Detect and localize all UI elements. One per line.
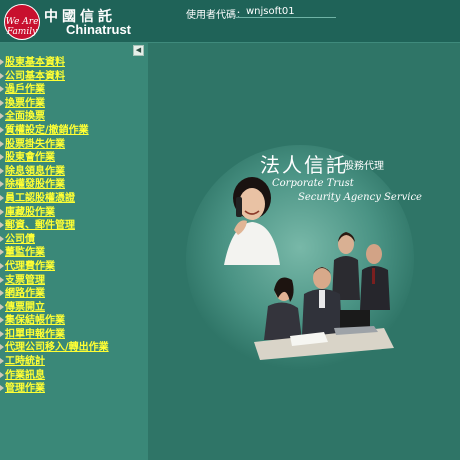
sidebar-item[interactable]: 代理費作業 <box>0 260 148 274</box>
sidebar-item-label[interactable]: 工時統計 <box>5 355 45 368</box>
sidebar-item[interactable]: 除權發股作業 <box>0 178 148 192</box>
sidebar-item-label[interactable]: 集保結帳作業 <box>5 314 65 327</box>
standing-man-tie <box>372 268 375 284</box>
sidebar-item-label[interactable]: 過戶作業 <box>5 83 45 96</box>
user-id-value: wnjsoft01 <box>246 6 295 17</box>
sidebar-item[interactable]: 庫藏股作業 <box>0 206 148 220</box>
sidebar-item-label[interactable]: 股東基本資料 <box>5 56 65 69</box>
sidebar-item-label[interactable]: 公司基本資料 <box>5 70 65 83</box>
bullet-arrow-icon <box>0 358 4 365</box>
bullet-arrow-icon <box>0 249 4 256</box>
bullet-arrow-icon <box>0 194 4 201</box>
bullet-arrow-icon <box>0 371 4 378</box>
sidebar-item[interactable]: 代理公司移入/轉出作業 <box>0 341 148 355</box>
sidebar-item-label[interactable]: 股票掛失作業 <box>5 138 65 151</box>
laptop-icon <box>340 310 370 328</box>
bullet-arrow-icon <box>0 113 4 120</box>
sidebar-item[interactable]: 員工認股權憑證 <box>0 192 148 206</box>
sidebar-item-label[interactable]: 員工認股權憑證 <box>5 192 75 205</box>
main-panel: 法人信託 股務代理 Corporate Trust Security Agenc… <box>148 43 460 460</box>
bullet-arrow-icon <box>0 290 4 297</box>
sidebar-item-label[interactable]: 代理公司移入/轉出作業 <box>5 341 109 354</box>
sidebar-item-label[interactable]: 支票管理 <box>5 274 45 287</box>
sidebar-item[interactable]: 集保結帳作業 <box>0 314 148 328</box>
sidebar-item-label[interactable]: 公司債 <box>5 233 35 246</box>
sidebar-item[interactable]: 質權設定/撤銷作業 <box>0 124 148 138</box>
seated-man-shirt <box>319 290 325 308</box>
bullet-arrow-icon <box>0 276 4 283</box>
business-team-photo <box>224 177 394 360</box>
user-id-underline <box>236 17 336 18</box>
chinatrust-logo-icon: We Are Family <box>4 4 40 40</box>
sidebar-item[interactable]: 全面換票 <box>0 110 148 124</box>
logo-text: We Are Family <box>5 17 39 37</box>
sidebar-item-label[interactable]: 網路作業 <box>5 287 45 300</box>
app-header: We Are Family 中國信託 Chinatrust 使用者代碼： wnj… <box>0 0 460 43</box>
page-title-en-2: Security Agency Service <box>298 192 422 203</box>
bullet-arrow-icon <box>0 154 4 161</box>
sidebar-item-label[interactable]: 代理費作業 <box>5 260 55 273</box>
woman-jacket <box>224 222 280 265</box>
sidebar-item-label[interactable]: 除息領息作業 <box>5 165 65 178</box>
sidebar-item-label[interactable]: 股東會作業 <box>5 151 55 164</box>
sidebar-item[interactable]: 作業訊息 <box>0 369 148 383</box>
sidebar-item-label[interactable]: 換票作業 <box>5 97 45 110</box>
sidebar-item-label[interactable]: 董監作業 <box>5 246 45 259</box>
bullet-arrow-icon <box>0 181 4 188</box>
front-woman-suit <box>264 302 302 340</box>
page-title-cn: 法人信託 <box>260 153 348 177</box>
sidebar-item-label[interactable]: 郵資、郵件管理 <box>5 219 75 232</box>
sidebar-item[interactable]: 支票管理 <box>0 274 148 288</box>
sidebar-item[interactable]: 工時統計 <box>0 355 148 369</box>
collapse-left-icon[interactable]: ◀ <box>133 45 144 56</box>
bullet-arrow-icon <box>0 126 4 133</box>
sidebar-item-label[interactable]: 傳票開立 <box>5 301 45 314</box>
sidebar-item[interactable]: 股東基本資料 <box>0 56 148 70</box>
sidebar-item[interactable]: 公司基本資料 <box>0 70 148 84</box>
bullet-arrow-icon <box>0 99 4 106</box>
page-subtitle-cn: 股務代理 <box>344 161 384 172</box>
menu-list: 股東基本資料 公司基本資料 過戶作業 換票作業 全面換票 質權設定/撤銷作業 股票掛失作業股… <box>0 56 148 396</box>
sidebar-item[interactable]: 過戶作業 <box>0 83 148 97</box>
bullet-arrow-icon <box>0 222 4 229</box>
sidebar-item[interactable]: 股票掛失作業 <box>0 138 148 152</box>
bullet-arrow-icon <box>0 208 4 215</box>
sidebar-item[interactable]: 董監作業 <box>0 246 148 260</box>
sidebar-item-label[interactable]: 除權發股作業 <box>5 178 65 191</box>
sidebar-item[interactable]: 公司債 <box>0 233 148 247</box>
bullet-arrow-icon <box>0 86 4 93</box>
bullet-arrow-icon <box>0 317 4 324</box>
sidebar-item-label[interactable]: 全面換票 <box>5 110 45 123</box>
bullet-arrow-icon <box>0 385 4 392</box>
sidebar-item-label[interactable]: 庫藏股作業 <box>5 206 55 219</box>
sidebar-item-label[interactable]: 質權設定/撤銷作業 <box>5 124 89 137</box>
sidebar-item[interactable]: 管理作業 <box>0 382 148 396</box>
phone-icon <box>236 197 242 217</box>
bullet-arrow-icon <box>0 330 4 337</box>
sidebar-item[interactable]: 換票作業 <box>0 97 148 111</box>
bullet-arrow-icon <box>0 140 4 147</box>
bullet-arrow-icon <box>0 344 4 351</box>
user-id-label: 使用者代碼： <box>186 10 246 21</box>
woman-face <box>239 188 265 220</box>
standing-man-head <box>366 244 382 264</box>
bullet-arrow-icon <box>0 303 4 310</box>
sidebar-item[interactable]: 傳票開立 <box>0 301 148 315</box>
sidebar-item[interactable]: 股東會作業 <box>0 151 148 165</box>
sidebar-item[interactable]: 扣單申報作業 <box>0 328 148 342</box>
brand-name-en: Chinatrust <box>66 22 131 37</box>
sidebar-item-label[interactable]: 管理作業 <box>5 382 45 395</box>
bullet-arrow-icon <box>0 235 4 242</box>
sidebar-item-label[interactable]: 作業訊息 <box>5 369 45 382</box>
bullet-arrow-icon <box>0 167 4 174</box>
sidebar-menu: ◀ 股東基本資料 公司基本資料 過戶作業 換票作業 全面換票 質權設定/撤銷作業 股票掛失作… <box>0 43 148 460</box>
sidebar-item[interactable]: 除息領息作業 <box>0 165 148 179</box>
sidebar-item[interactable]: 郵資、郵件管理 <box>0 219 148 233</box>
bullet-arrow-icon <box>0 262 4 269</box>
sidebar-item-label[interactable]: 扣單申報作業 <box>5 328 65 341</box>
page-title-en-1: Corporate Trust <box>272 178 354 189</box>
bullet-arrow-icon <box>0 72 4 79</box>
sidebar-item[interactable]: 網路作業 <box>0 287 148 301</box>
bullet-arrow-icon <box>0 59 4 65</box>
